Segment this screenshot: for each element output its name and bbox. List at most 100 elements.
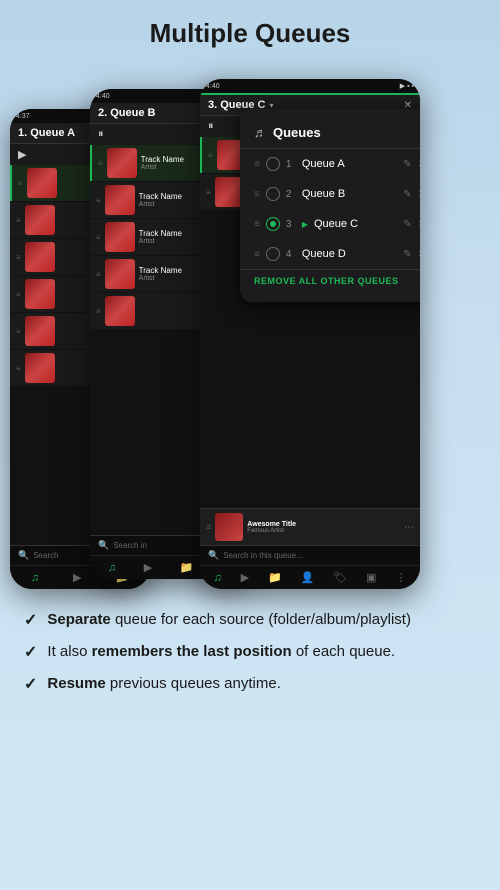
folder-nav-icon[interactable]: 📁 — [268, 571, 282, 584]
search-icon: 🔍 — [18, 550, 29, 561]
play-nav-icon[interactable]: ▶ — [73, 571, 81, 584]
edit-icon-c[interactable]: ✎ — [403, 219, 411, 230]
search-placeholder: Search in this queue... — [223, 551, 303, 560]
feature-item-3: ✓ Resume previous queues anytime. — [24, 673, 476, 695]
check-icon-3: ✓ — [24, 674, 37, 694]
queue-num: 2 — [286, 189, 296, 200]
play-nav-icon[interactable]: ▶ — [144, 561, 152, 574]
queue-nav-icon[interactable]: ♫ — [108, 562, 116, 574]
now-playing-artist: Famous Artist — [247, 528, 400, 534]
pause-icon-2: ⏸ — [98, 128, 104, 141]
overlay-title: Queues — [273, 125, 321, 140]
drag-handle: ≡ — [16, 327, 21, 336]
remove-icon-a[interactable]: ✕ — [418, 159, 420, 170]
drag-handle: ≡ — [206, 188, 211, 197]
now-playing-info: Awesome Title Famous Artist — [247, 521, 400, 534]
search-icon: 🔍 — [208, 550, 219, 561]
remove-all-button[interactable]: REMOVE ALL OTHER QUEUES — [240, 269, 420, 292]
drag-icon: ≡ — [254, 189, 260, 200]
search-label: Search — [33, 551, 58, 560]
queue-list-item-a[interactable]: ≡ 1 Queue A ✎ ✕ — [240, 149, 420, 179]
overlay-header: ♬ Queues — [240, 119, 420, 149]
page-title: Multiple Queues — [0, 0, 500, 59]
drag-handle: ≡ — [96, 307, 101, 316]
queue-list-item-b[interactable]: ≡ 2 Queue B ✎ ✕ — [240, 179, 420, 209]
track-thumb — [25, 242, 55, 272]
queue-num: 3 — [286, 219, 296, 230]
check-icon-2: ✓ — [24, 642, 37, 662]
track-thumb — [27, 168, 57, 198]
drag-icon: ≡ — [254, 249, 260, 260]
track-thumb — [107, 148, 137, 178]
more-nav-icon[interactable]: ⋮ — [395, 571, 406, 584]
drag-handle: ≡ — [96, 270, 101, 279]
now-playing-bar: ≡ Awesome Title Famous Artist ⋯ — [200, 508, 420, 545]
track-thumb — [25, 279, 55, 309]
remove-icon-d[interactable]: ✕ — [418, 249, 420, 260]
person-nav-icon[interactable]: 👤 — [301, 571, 315, 584]
bottom-nav-3: ♫ ▶ 📁 👤 🏷 ▣ ⋮ — [200, 565, 420, 589]
drag-handle: ≡ — [98, 159, 103, 168]
phones-container: 4:37 ▶ 1. Queue A ▶ ☰ ≡ ≡ ≡ — [0, 59, 500, 599]
drag-handle: ≡ — [18, 179, 23, 188]
queue-radio-d[interactable] — [266, 247, 280, 261]
feature-item-1: ✓ Separate queue for each source (folder… — [24, 609, 476, 631]
tag-nav-icon[interactable]: 🏷 — [333, 571, 347, 584]
features-section: ✓ Separate queue for each source (folder… — [0, 599, 500, 720]
music-list-icon: ♬ — [254, 125, 267, 140]
queue-nav-icon[interactable]: ♫ — [31, 572, 39, 584]
track-thumb — [105, 259, 135, 289]
drag-handle: ≡ — [96, 233, 101, 242]
check-icon-1: ✓ — [24, 610, 37, 630]
more-options-icon[interactable]: ⋯ — [404, 522, 414, 533]
track-thumb — [105, 296, 135, 326]
folder-nav-icon[interactable]: 📁 — [180, 561, 194, 574]
queue-name-a: Queue A — [302, 158, 397, 170]
drag-handle: ≡ — [16, 364, 21, 373]
edit-icon-b[interactable]: ✎ — [403, 189, 411, 200]
search-bar-3[interactable]: 🔍 Search in this queue... — [200, 545, 420, 565]
queues-overlay: ♬ Queues ≡ 1 Queue A ✎ ✕ ≡ 2 Que — [240, 109, 420, 302]
track-thumb — [105, 185, 135, 215]
drag-handle: ≡ — [16, 253, 21, 262]
track-thumb — [25, 353, 55, 383]
queue-nav-icon[interactable]: ♫ — [213, 572, 221, 584]
edit-icon-a[interactable]: ✎ — [403, 159, 411, 170]
play-icon-1: ▶ — [18, 148, 26, 161]
drag-icon: ≡ — [254, 159, 260, 170]
queue-radio-b[interactable] — [266, 187, 280, 201]
queue-name-d: Queue D — [302, 248, 397, 260]
feature-text-3: Resume previous queues anytime. — [47, 673, 280, 695]
now-playing-thumb — [215, 513, 243, 541]
edit-icon-d[interactable]: ✎ — [403, 249, 411, 260]
phone-3: 4:40 ▶ ▪ ▪ 3. Queue C ▾ ✕ ⏸ ☰ 3/8 💾 ⋯ — [200, 79, 420, 589]
status-bar-3: 4:40 ▶ ▪ ▪ — [200, 79, 420, 93]
track-thumb — [25, 205, 55, 235]
drag-handle: ≡ — [16, 216, 21, 225]
drag-handle: ≡ — [96, 196, 101, 205]
feature-text-2: It also remembers the last position of e… — [47, 641, 395, 663]
queue-name-c: Queue C — [314, 218, 397, 230]
drag-handle: ≡ — [16, 290, 21, 299]
play-nav-icon[interactable]: ▶ — [241, 571, 249, 584]
pause-icon[interactable]: ⏸ — [208, 120, 214, 133]
search-label: Search in — [113, 541, 147, 550]
queue-num: 4 — [286, 249, 296, 260]
queue-list-item-c[interactable]: ≡ 3 ▶ Queue C ✎ ✕ — [240, 209, 420, 239]
remove-icon-b[interactable]: ✕ — [418, 189, 420, 200]
queue-radio-a[interactable] — [266, 157, 280, 171]
remove-icon-c[interactable]: ✕ — [418, 219, 420, 230]
queue-name-b: Queue B — [302, 188, 397, 200]
queue-list-item-d[interactable]: ≡ 4 Queue D ✎ ✕ — [240, 239, 420, 269]
feature-item-2: ✓ It also remembers the last position of… — [24, 641, 476, 663]
now-playing-title: Awesome Title — [247, 521, 400, 528]
drag-handle: ≡ — [206, 522, 211, 532]
drag-handle: ≡ — [208, 151, 213, 160]
play-indicator-icon: ▶ — [302, 220, 308, 229]
track-thumb — [105, 222, 135, 252]
drag-icon: ≡ — [254, 219, 260, 230]
queue-num: 1 — [286, 159, 296, 170]
feature-text-1: Separate queue for each source (folder/a… — [47, 609, 411, 631]
album-nav-icon[interactable]: ▣ — [366, 571, 376, 584]
queue-radio-c[interactable] — [266, 217, 280, 231]
